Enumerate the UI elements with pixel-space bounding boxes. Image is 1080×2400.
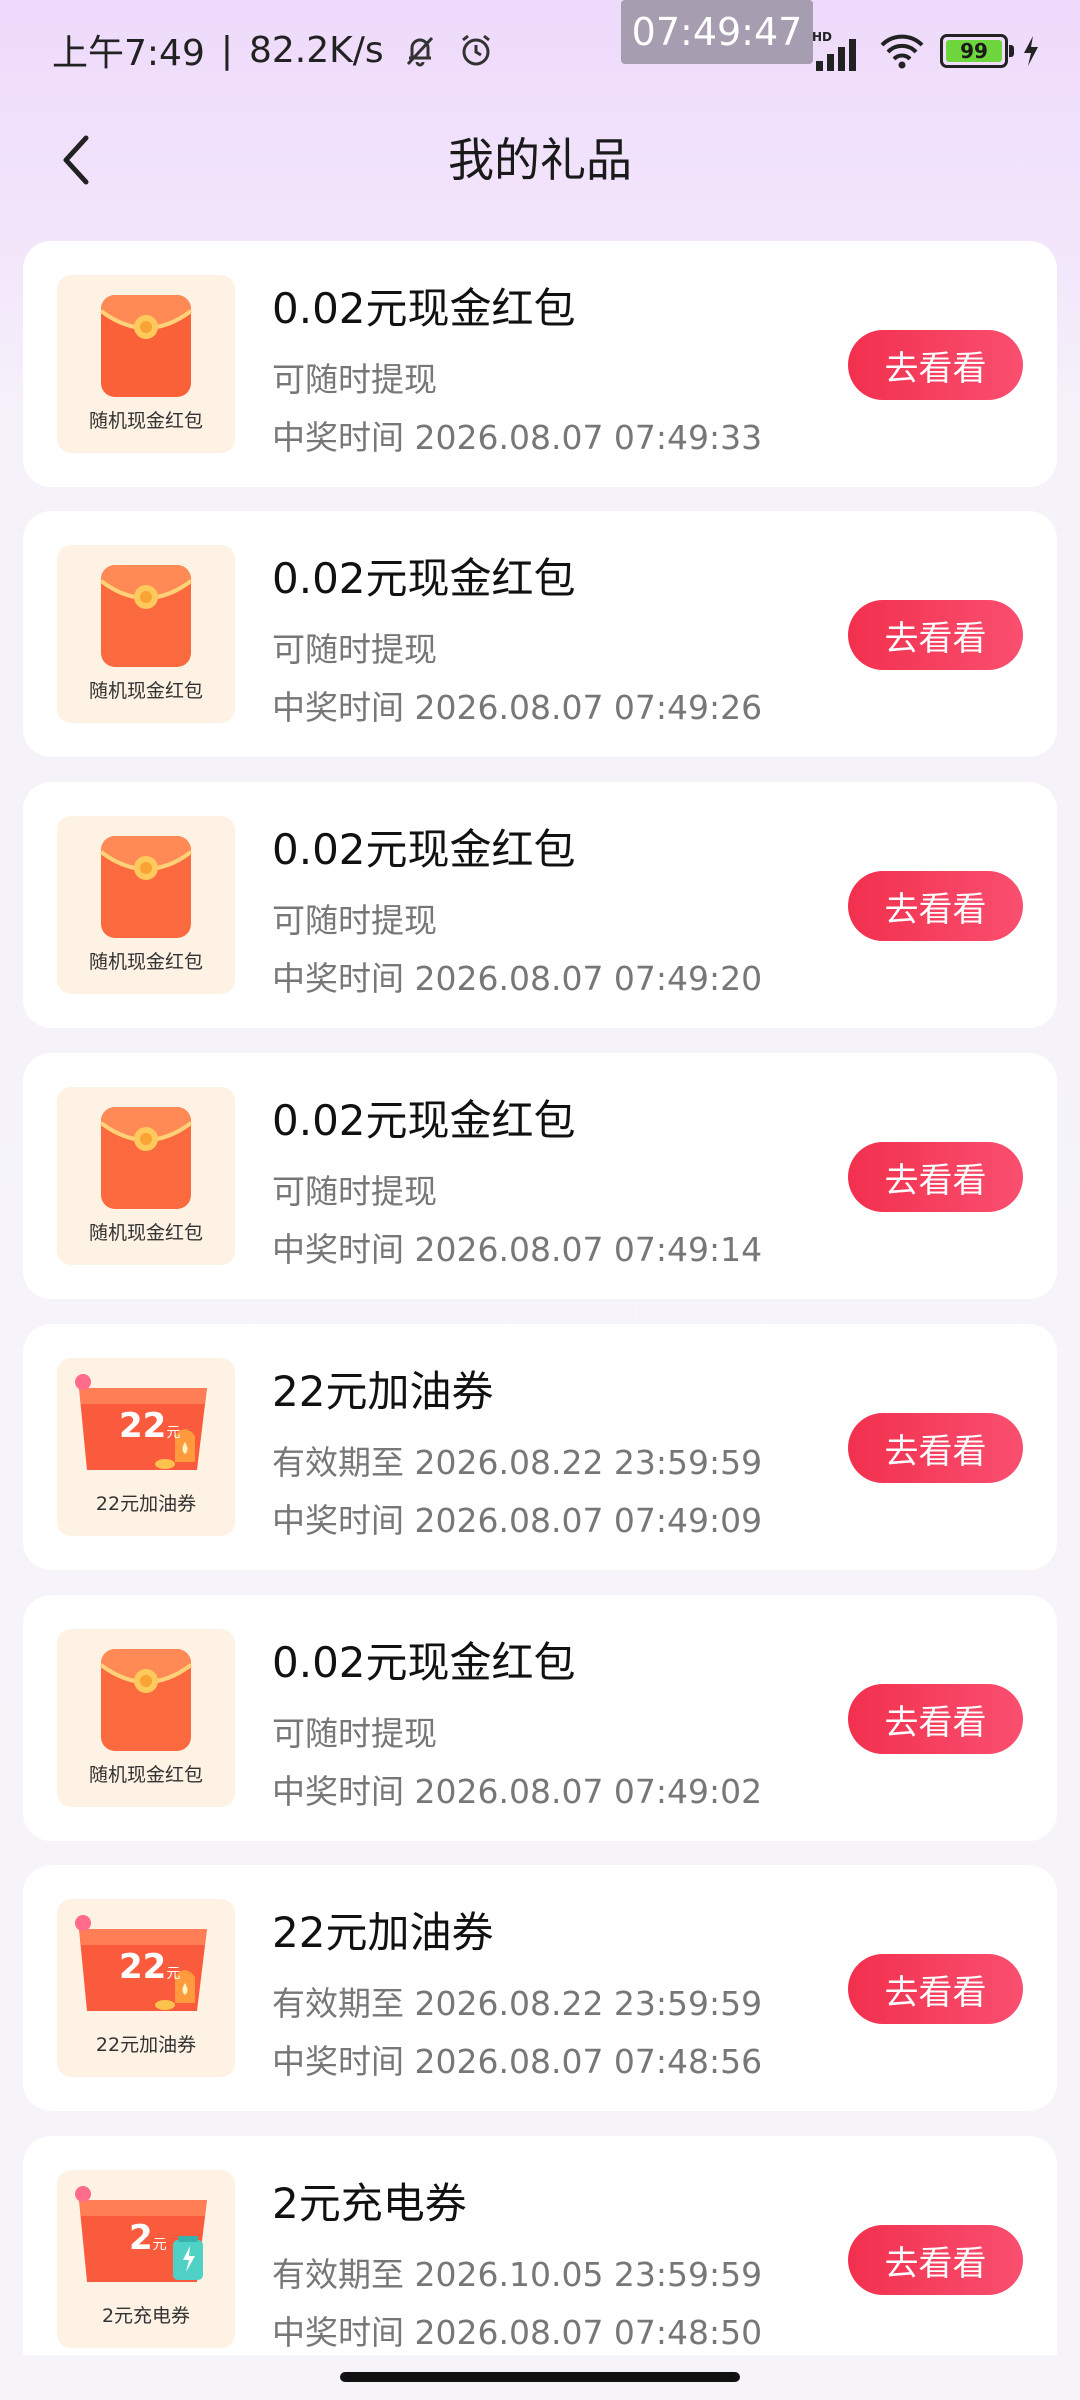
- win-time: 中奖时间 2026.08.07 07:49:02: [272, 1772, 763, 1811]
- alarm-icon: [456, 30, 496, 70]
- battery-icon: 99: [940, 34, 1014, 68]
- fuel-coupon-thumbnail: 22元 22元加油券: [57, 1899, 235, 2077]
- red-packet-icon: [99, 295, 193, 397]
- gift-card: 随机现金红包 0.02元现金红包 可随时提现 中奖时间 2026.08.07 0…: [23, 1053, 1057, 1299]
- win-time: 中奖时间 2026.08.07 07:49:20: [272, 959, 763, 998]
- red-packet-thumbnail: 随机现金红包: [57, 1629, 235, 1807]
- status-divider: |: [220, 29, 233, 71]
- red-packet-icon: [99, 1107, 193, 1209]
- win-time: 中奖时间 2026.08.07 07:49:14: [272, 1230, 763, 1269]
- gift-subtitle: 可随时提现: [272, 901, 437, 940]
- gift-title: 0.02元现金红包: [272, 554, 576, 603]
- hd-label: HD: [812, 30, 832, 44]
- thumbnail-label: 随机现金红包: [88, 680, 203, 702]
- status-bar: 上午7:49 | 82.2K/s 07:49:47 HD 99: [0, 0, 1080, 100]
- red-packet-icon: [99, 836, 193, 938]
- coupon-amount: 2元: [129, 2218, 167, 2258]
- thumbnail-label: 2元充电券: [101, 2305, 191, 2327]
- charging-icon: [1022, 35, 1040, 67]
- thumbnail-label: 随机现金红包: [88, 1222, 203, 1244]
- signal-icon: HD: [812, 29, 864, 73]
- win-time: 中奖时间 2026.08.07 07:49:26: [272, 688, 763, 727]
- gift-card: 22元 22元加油券 22元加油券 有效期至 2026.08.22 23:59:…: [23, 1865, 1057, 2111]
- clock-chip: 07:49:47: [621, 0, 813, 64]
- win-time: 中奖时间 2026.08.07 07:49:09: [272, 1501, 763, 1540]
- gift-title: 2元充电券: [272, 2179, 467, 2228]
- fuel-coupon-thumbnail: 22元 22元加油券: [57, 1358, 235, 1536]
- status-right: HD 99: [812, 26, 1040, 76]
- win-time: 中奖时间 2026.08.07 07:48:56: [272, 2042, 763, 2081]
- coupon-amount: 22元: [119, 1406, 181, 1446]
- view-button[interactable]: 去看看: [848, 1413, 1023, 1483]
- home-indicator[interactable]: [340, 2372, 740, 2382]
- gift-subtitle: 可随时提现: [272, 360, 437, 399]
- gift-subtitle: 可随时提现: [272, 1172, 437, 1211]
- view-button[interactable]: 去看看: [848, 600, 1023, 670]
- gift-title: 22元加油券: [272, 1367, 494, 1416]
- wifi-icon: [878, 31, 926, 71]
- gift-subtitle: 有效期至 2026.08.22 23:59:59: [272, 1443, 763, 1482]
- gift-card: 随机现金红包 0.02元现金红包 可随时提现 中奖时间 2026.08.07 0…: [23, 511, 1057, 757]
- red-packet-thumbnail: 随机现金红包: [57, 816, 235, 994]
- view-button[interactable]: 去看看: [848, 2225, 1023, 2295]
- gift-card: 22元 22元加油券 22元加油券 有效期至 2026.08.22 23:59:…: [23, 1324, 1057, 1570]
- mute-bell-icon: [400, 30, 440, 70]
- win-time: 中奖时间 2026.08.07 07:48:50: [272, 2313, 763, 2352]
- thumbnail-label: 随机现金红包: [88, 1764, 203, 1786]
- red-packet-thumbnail: 随机现金红包: [57, 545, 235, 723]
- page-title: 我的礼品: [448, 133, 632, 187]
- thumbnail-label: 随机现金红包: [88, 951, 203, 973]
- header-bar: 我的礼品: [0, 100, 1080, 220]
- gift-card: 随机现金红包 0.02元现金红包 可随时提现 中奖时间 2026.08.07 0…: [23, 782, 1057, 1028]
- view-button[interactable]: 去看看: [848, 1142, 1023, 1212]
- thumbnail-label: 随机现金红包: [88, 410, 203, 432]
- coupon-amount: 22元: [119, 1947, 181, 1987]
- red-packet-thumbnail: 随机现金红包: [57, 275, 235, 453]
- red-packet-icon: [99, 1649, 193, 1751]
- gift-card: 2元 2元充电券 2元充电券 有效期至 2026.10.05 23:59:59 …: [23, 2136, 1057, 2382]
- view-button[interactable]: 去看看: [848, 1954, 1023, 2024]
- red-packet-thumbnail: 随机现金红包: [57, 1087, 235, 1265]
- win-time: 中奖时间 2026.08.07 07:49:33: [272, 418, 763, 457]
- gift-subtitle: 有效期至 2026.08.22 23:59:59: [272, 1984, 763, 2023]
- red-packet-icon: [99, 565, 193, 667]
- view-button[interactable]: 去看看: [848, 871, 1023, 941]
- gift-title: 0.02元现金红包: [272, 825, 576, 874]
- gift-subtitle: 有效期至 2026.10.05 23:59:59: [272, 2255, 763, 2294]
- gift-title: 0.02元现金红包: [272, 284, 576, 333]
- gift-title: 22元加油券: [272, 1908, 494, 1957]
- network-speed: 82.2K/s: [248, 29, 384, 71]
- view-button[interactable]: 去看看: [848, 1684, 1023, 1754]
- status-left: 上午7:49 | 82.2K/s: [52, 22, 496, 78]
- gift-title: 0.02元现金红包: [272, 1638, 576, 1687]
- gift-subtitle: 可随时提现: [272, 630, 437, 669]
- status-time: 上午7:49: [52, 33, 205, 74]
- charge-coupon-thumbnail: 2元 2元充电券: [57, 2170, 235, 2348]
- gift-title: 0.02元现金红包: [272, 1096, 576, 1145]
- thumbnail-label: 22元加油券: [95, 1493, 197, 1515]
- battery-level: 99: [960, 39, 988, 63]
- thumbnail-label: 22元加油券: [95, 2034, 197, 2056]
- gift-subtitle: 可随时提现: [272, 1714, 437, 1753]
- view-button[interactable]: 去看看: [848, 330, 1023, 400]
- gift-card: 随机现金红包 0.02元现金红包 可随时提现 中奖时间 2026.08.07 0…: [23, 1595, 1057, 1841]
- gift-card: 随机现金红包 0.02元现金红包 可随时提现 中奖时间 2026.08.07 0…: [23, 241, 1057, 487]
